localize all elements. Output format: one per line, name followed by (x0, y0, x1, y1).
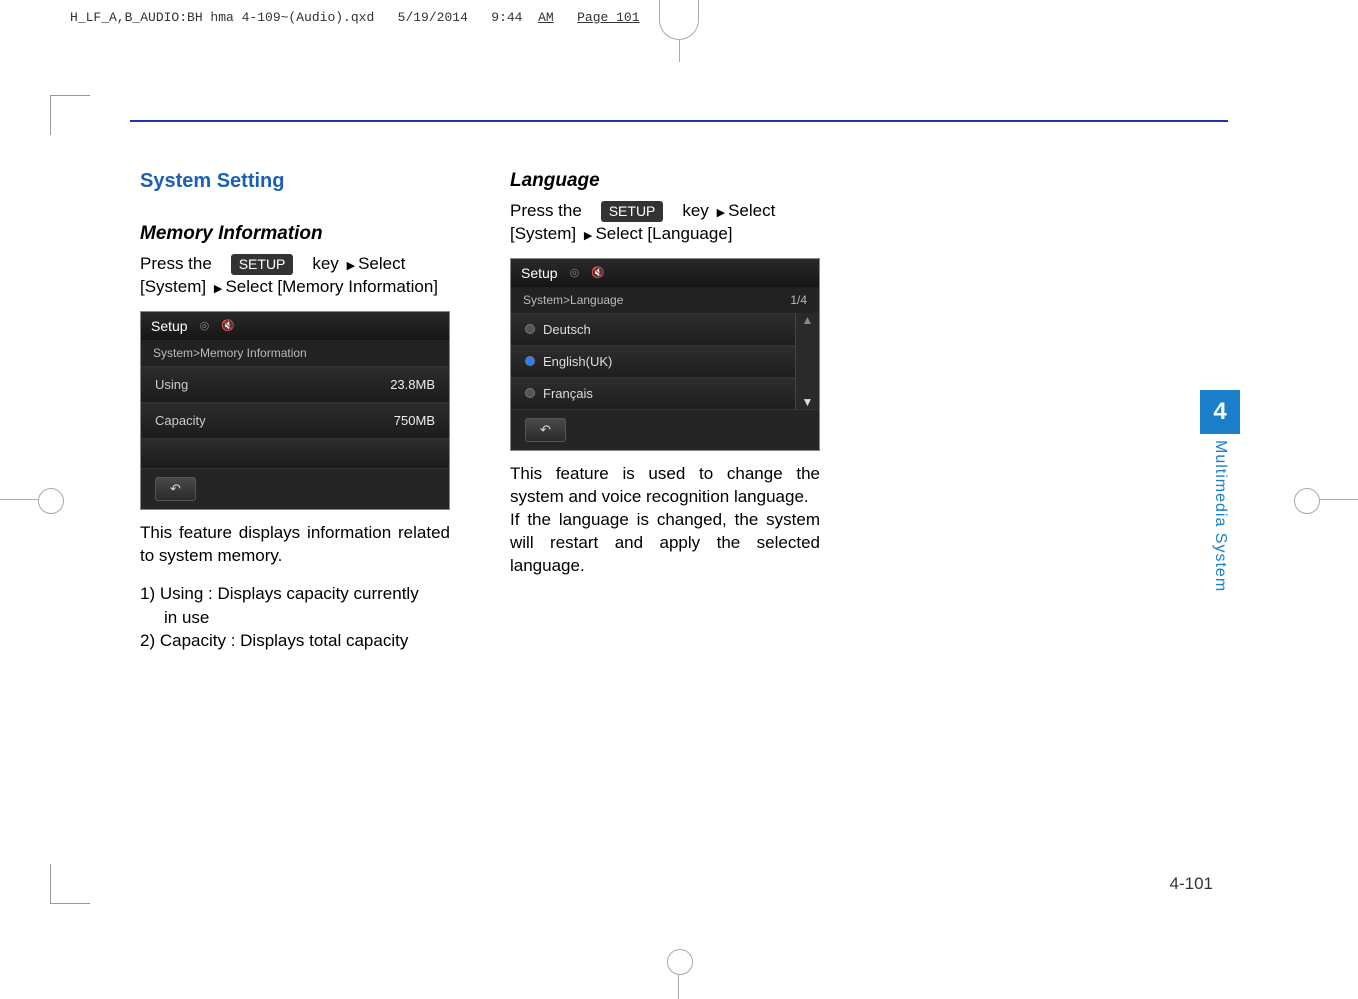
language-sub-title: Language (510, 170, 820, 192)
text-system: [System] (510, 224, 576, 243)
crop-mark-right (1298, 480, 1358, 520)
back-row: ↶ (141, 468, 449, 509)
disc-icon: ◎ (200, 319, 210, 332)
file-name: H_LF_A,B_AUDIO:BH hma 4-109~(Audio).qxd (70, 10, 374, 25)
text-select-memory: Select [Memory Information] (225, 277, 438, 296)
language-instruction: Press the SETUP key ▶ Select [System] ▶ … (510, 200, 820, 246)
text-select-lang: Select [Language] (595, 224, 732, 243)
chapter-label: Multimedia System (1211, 440, 1229, 592)
breadcrumb-text: System>Language (523, 293, 623, 307)
corner-mark-tl (50, 95, 90, 96)
list-item-1-cont: in use (140, 606, 450, 630)
screen-title: Setup (521, 265, 558, 281)
triangle-icon: ▶ (211, 283, 226, 295)
capacity-value: 750MB (394, 413, 435, 428)
capacity-label: Capacity (155, 413, 206, 428)
chapter-number: 4 (1200, 390, 1240, 434)
file-date: 5/19/2014 (398, 10, 468, 25)
empty-row (141, 438, 449, 468)
file-ampm: AM (538, 10, 554, 25)
lang-option-english[interactable]: English(UK) (511, 345, 795, 377)
screen-header: Setup ◎ 🔇 (511, 259, 819, 287)
triangle-icon: ▶ (344, 260, 359, 272)
crop-mark-left (0, 480, 60, 520)
setup-key: SETUP (601, 201, 664, 222)
file-page: Page 101 (577, 10, 639, 25)
triangle-icon: ▶ (714, 207, 729, 219)
section-title: System Setting (140, 170, 450, 193)
text-press-the: Press the (510, 201, 582, 220)
disc-icon: ◎ (570, 266, 580, 279)
language-desc-2: If the language is changed, the system w… (510, 509, 820, 578)
mute-icon: 🔇 (591, 266, 605, 279)
memory-instruction: Press the SETUP key ▶ Select [System] ▶ … (140, 253, 450, 299)
page-indicator: 1/4 (790, 293, 807, 307)
back-row: ↶ (511, 409, 819, 450)
list-item-1: 1) Using : Displays capacity currently (140, 582, 450, 606)
screen-header: Setup ◎ 🔇 (141, 312, 449, 340)
memory-screenshot: Setup ◎ 🔇 System>Memory Information Usin… (140, 311, 450, 510)
screen-title: Setup (151, 318, 188, 334)
lang-label: Français (543, 386, 593, 401)
page-number: 4-101 (1170, 874, 1213, 894)
scroll-down-icon[interactable]: ▼ (802, 395, 814, 409)
text-system: [System] (140, 277, 206, 296)
text-select: Select (358, 254, 405, 273)
back-button[interactable]: ↶ (155, 477, 196, 501)
using-label: Using (155, 377, 188, 392)
header-rule (130, 120, 1228, 122)
memory-desc: This feature displays information relate… (140, 522, 450, 568)
text-key: key (312, 254, 338, 273)
triangle-icon: ▶ (581, 230, 596, 242)
breadcrumb-text: System>Memory Information (153, 346, 307, 360)
crop-mark-top-stem (679, 40, 680, 62)
scroll-up-icon[interactable]: ▲ (802, 313, 814, 327)
file-time: 9:44 (491, 10, 522, 25)
using-value: 23.8MB (390, 377, 435, 392)
back-button[interactable]: ↶ (525, 418, 566, 442)
text-select: Select (728, 201, 775, 220)
radio-icon (525, 324, 535, 334)
memory-sub-title: Memory Information (140, 223, 450, 245)
chapter-tab: 4 Multimedia System (1200, 390, 1240, 592)
lang-label: Deutsch (543, 322, 591, 337)
corner-mark-bl (50, 903, 90, 904)
screen-breadcrumb: System>Language 1/4 (511, 287, 819, 313)
text-key: key (682, 201, 708, 220)
lang-option-francais[interactable]: Français (511, 377, 795, 409)
scrollbar[interactable]: ▲ ▼ (795, 313, 819, 409)
using-row: Using 23.8MB (141, 366, 449, 402)
memory-list: 1) Using : Displays capacity currently i… (140, 582, 450, 653)
lang-label: English(UK) (543, 354, 612, 369)
setup-key: SETUP (231, 254, 294, 275)
radio-icon (525, 388, 535, 398)
language-desc-1: This feature is used to change the syste… (510, 463, 820, 509)
mute-icon: 🔇 (221, 319, 235, 332)
left-column: System Setting Memory Information Press … (140, 170, 450, 653)
lang-option-deutsch[interactable]: Deutsch (511, 313, 795, 345)
language-screenshot: Setup ◎ 🔇 System>Language 1/4 Deutsch (510, 258, 820, 451)
radio-icon-selected (525, 356, 535, 366)
text-press-the: Press the (140, 254, 212, 273)
crop-mark-top (659, 0, 699, 40)
list-item-2: 2) Capacity : Displays total capacity (140, 629, 450, 653)
screen-breadcrumb: System>Memory Information (141, 340, 449, 366)
file-header: H_LF_A,B_AUDIO:BH hma 4-109~(Audio).qxd … (70, 10, 640, 25)
right-column: Language Press the SETUP key ▶ Select [S… (510, 170, 820, 653)
capacity-row: Capacity 750MB (141, 402, 449, 438)
